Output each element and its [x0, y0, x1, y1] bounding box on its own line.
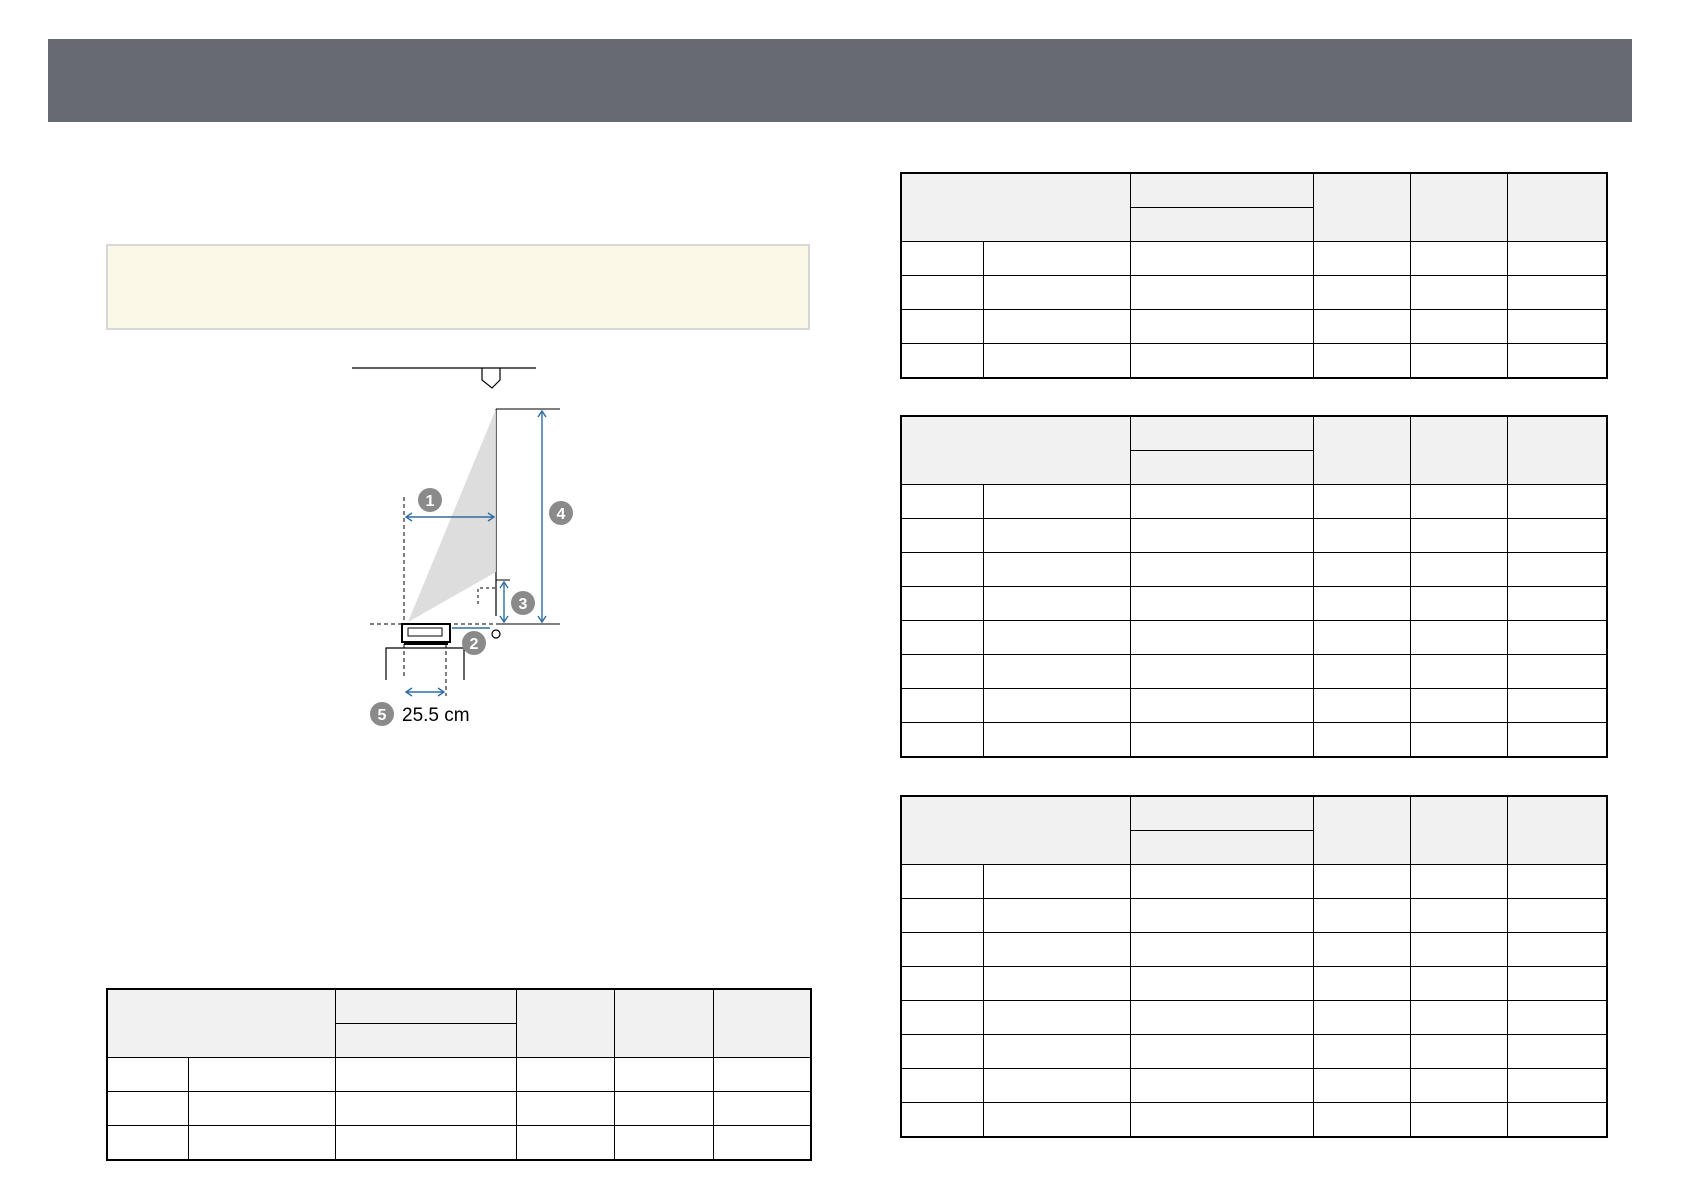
table-row — [900, 932, 1608, 967]
svg-text:3: 3 — [519, 596, 528, 613]
header-bar — [48, 39, 1632, 122]
table-row — [900, 1034, 1608, 1069]
dimension-label: 25.5 cm — [402, 705, 470, 726]
svg-text:5: 5 — [378, 707, 387, 724]
table-right-1 — [900, 172, 1608, 379]
svg-text:2: 2 — [470, 636, 479, 653]
projector-body — [401, 623, 451, 643]
table-right-3 — [900, 795, 1608, 1138]
note-box — [106, 244, 810, 330]
projection-light — [408, 409, 496, 622]
offset-reference — [477, 587, 496, 604]
table-row — [900, 1102, 1608, 1138]
table-row — [900, 518, 1608, 553]
table-row — [106, 1091, 812, 1126]
svg-text:1: 1 — [426, 493, 435, 510]
table-row — [900, 620, 1608, 655]
table-row — [900, 484, 1608, 519]
table-row — [900, 309, 1608, 344]
installation-diagram: 1 4 3 2 5 25.5 cm — [330, 360, 580, 740]
table-row — [900, 552, 1608, 587]
table-row — [900, 1000, 1608, 1035]
table-row — [900, 688, 1608, 723]
callout-3: 3 — [511, 591, 535, 615]
table-row — [900, 1068, 1608, 1103]
table-row — [900, 654, 1608, 689]
callout-5: 5 — [370, 702, 394, 726]
callout-2: 2 — [462, 631, 486, 655]
svg-text:4: 4 — [557, 506, 566, 523]
callout-4: 4 — [549, 501, 573, 525]
table-row — [900, 864, 1608, 899]
table-row — [900, 898, 1608, 933]
table-row — [900, 275, 1608, 310]
stand — [385, 647, 465, 680]
table-row — [900, 586, 1608, 621]
table-row — [900, 722, 1608, 758]
table-row — [900, 241, 1608, 276]
ceiling-mount — [481, 368, 501, 389]
table-bottom-left — [106, 988, 812, 1161]
table-row — [900, 343, 1608, 379]
table-right-2 — [900, 415, 1608, 758]
table-row — [106, 1125, 812, 1161]
callout-1: 1 — [418, 488, 442, 512]
table-row — [900, 966, 1608, 1001]
table-row — [106, 1057, 812, 1092]
